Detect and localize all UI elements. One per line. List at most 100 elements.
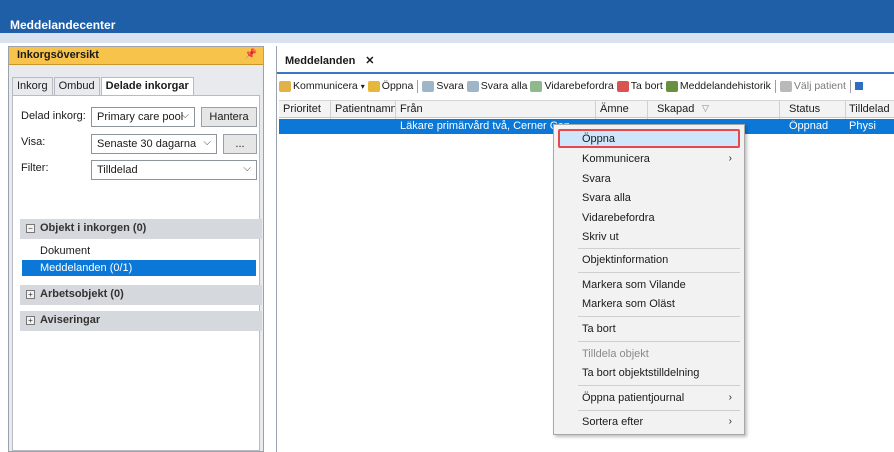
toolbar-divider: [774, 79, 776, 93]
filter-value: Tilldelad: [97, 164, 138, 176]
forward-icon: [530, 80, 543, 92]
shared-inbox-select[interactable]: Primary care pool ⌵: [91, 107, 195, 127]
section-inbox-objects-label: Objekt i inkorgen (0): [40, 222, 147, 234]
select-patient-label: Välj patient: [793, 80, 846, 92]
delete-label: Ta bort: [630, 80, 663, 92]
message-grid-header: Prioritet Patientnamn Från Ämne Skapad ▽…: [279, 100, 894, 119]
submenu-arrow-icon: ›: [728, 416, 732, 427]
reply-all-button[interactable]: Svara alla: [466, 80, 528, 92]
section-notifications-label: Aviseringar: [40, 314, 101, 326]
chevron-down-icon: ⌵: [181, 110, 189, 121]
overflow-icon[interactable]: [854, 82, 863, 90]
pin-icon[interactable]: 📌: [245, 49, 257, 60]
section-notifications[interactable]: + Aviseringar: [20, 311, 262, 331]
communicate-icon: [279, 80, 291, 92]
submenu-arrow-icon: ›: [728, 392, 732, 403]
menu-item-open[interactable]: Öppna: [582, 133, 615, 145]
tab-ombud[interactable]: Ombud: [53, 77, 100, 95]
inbox-overview-title: Inkorgsöversikt: [17, 49, 99, 61]
close-icon[interactable]: ✕: [365, 55, 374, 67]
section-work-items-label: Arbetsobjekt (0): [40, 288, 124, 300]
tab-delade-inkorgar[interactable]: Delade inkorgar: [100, 77, 194, 95]
menu-item-reply-all[interactable]: Svara alla: [582, 192, 631, 204]
column-divider: [647, 101, 648, 119]
toolbar-divider: [849, 79, 851, 93]
open-label: Öppna: [381, 80, 414, 92]
forward-button[interactable]: Vidarebefordra: [530, 80, 614, 92]
chevron-down-icon: ⌵: [243, 163, 251, 174]
communicate-label: Kommunicera: [293, 80, 358, 92]
menu-item-assign-object: Tilldela objekt: [582, 348, 649, 360]
filter-label: Filter:: [21, 162, 49, 174]
shared-inbox-label: Delad inkorg:: [21, 110, 86, 122]
menu-item-remove-assignment[interactable]: Ta bort objektstilldelning: [582, 367, 699, 379]
open-folder-icon: [367, 80, 380, 92]
column-divider: [595, 101, 596, 119]
reply-all-label: Svara alla: [480, 80, 528, 92]
message-history-label: Meddelandehistorik: [679, 80, 771, 92]
column-header-from[interactable]: Från: [400, 103, 423, 115]
menu-item-communicate[interactable]: Kommunicera: [582, 153, 650, 165]
menu-item-open-patient-record[interactable]: Öppna patientjournal: [582, 392, 684, 404]
filter-select[interactable]: Tilldelad ⌵: [91, 160, 257, 180]
select-patient-button[interactable]: Välj patient: [779, 80, 846, 92]
menu-item-delete[interactable]: Ta bort: [582, 323, 616, 335]
menu-divider: [578, 385, 740, 386]
dropdown-arrow-icon: ▾: [360, 81, 365, 91]
app-title-bar: Meddelandecenter: [0, 0, 894, 33]
column-divider: [330, 101, 331, 119]
reply-all-icon: [466, 80, 479, 92]
delete-button[interactable]: Ta bort: [616, 80, 663, 92]
forward-label: Vidarebefordra: [544, 80, 614, 92]
reply-button[interactable]: Svara: [422, 80, 464, 92]
communicate-button[interactable]: Kommunicera ▾: [279, 80, 365, 92]
column-header-created[interactable]: Skapad: [657, 103, 694, 115]
menu-divider: [578, 410, 740, 411]
show-period-value: Senaste 30 dagarna: [97, 138, 197, 150]
shared-inbox-value: Primary care pool: [97, 111, 184, 123]
list-item-messages[interactable]: Meddelanden (0/1): [22, 260, 256, 276]
reply-icon: [422, 80, 435, 92]
menu-item-object-info[interactable]: Objektinformation: [582, 254, 668, 266]
menu-item-reply[interactable]: Svara: [582, 173, 611, 185]
menu-item-print[interactable]: Skriv ut: [582, 231, 619, 243]
column-header-priority[interactable]: Prioritet: [283, 103, 321, 115]
delete-icon: [616, 80, 629, 92]
column-header-subject[interactable]: Ämne: [600, 103, 629, 115]
cell-assigned: Physi: [849, 120, 876, 132]
history-icon: [665, 80, 678, 92]
more-options-button[interactable]: ...: [223, 134, 257, 154]
section-inbox-objects[interactable]: − Objekt i inkorgen (0): [20, 219, 262, 239]
menu-item-sort-by[interactable]: Sortera efter: [582, 416, 643, 428]
title-strip: [0, 33, 894, 43]
section-work-items[interactable]: + Arbetsobjekt (0): [20, 285, 262, 305]
menu-item-mark-dormant[interactable]: Markera som Vilande: [582, 279, 686, 291]
manage-button[interactable]: Hantera: [201, 107, 257, 127]
open-button[interactable]: Öppna: [367, 80, 414, 92]
toolbar-divider: [417, 79, 419, 93]
menu-item-mark-unread[interactable]: Markera som Oläst: [582, 298, 675, 310]
column-divider: [779, 101, 780, 119]
column-header-assigned[interactable]: Tilldelad: [849, 103, 893, 115]
tab-inkorg[interactable]: Inkorg: [12, 77, 53, 95]
context-menu: Öppna Kommunicera › Svara Svara alla Vid…: [553, 124, 745, 435]
column-header-status[interactable]: Status: [789, 103, 820, 115]
show-period-select[interactable]: Senaste 30 dagarna ⌵: [91, 134, 217, 154]
inbox-overview-header: Inkorgsöversikt 📌: [9, 47, 263, 65]
column-header-patient[interactable]: Patientnamn: [335, 103, 397, 115]
collapse-icon[interactable]: −: [26, 224, 35, 233]
column-divider: [845, 101, 846, 119]
message-toolbar: Kommunicera ▾ Öppna Svara Svara alla Vid…: [279, 76, 863, 96]
expand-icon[interactable]: +: [26, 290, 35, 299]
menu-item-forward[interactable]: Vidarebefordra: [582, 212, 655, 224]
cell-status: Öppnad: [789, 120, 829, 132]
expand-icon[interactable]: +: [26, 316, 35, 325]
menu-divider: [578, 316, 740, 317]
list-item-documents[interactable]: Dokument: [22, 243, 256, 259]
menu-divider: [578, 248, 740, 249]
message-history-button[interactable]: Meddelandehistorik: [665, 80, 771, 92]
reply-label: Svara: [436, 80, 464, 92]
sort-icon: ▽: [702, 103, 709, 113]
tab-messages[interactable]: Meddelanden ✕: [277, 50, 383, 70]
chevron-down-icon: ⌵: [203, 137, 211, 148]
